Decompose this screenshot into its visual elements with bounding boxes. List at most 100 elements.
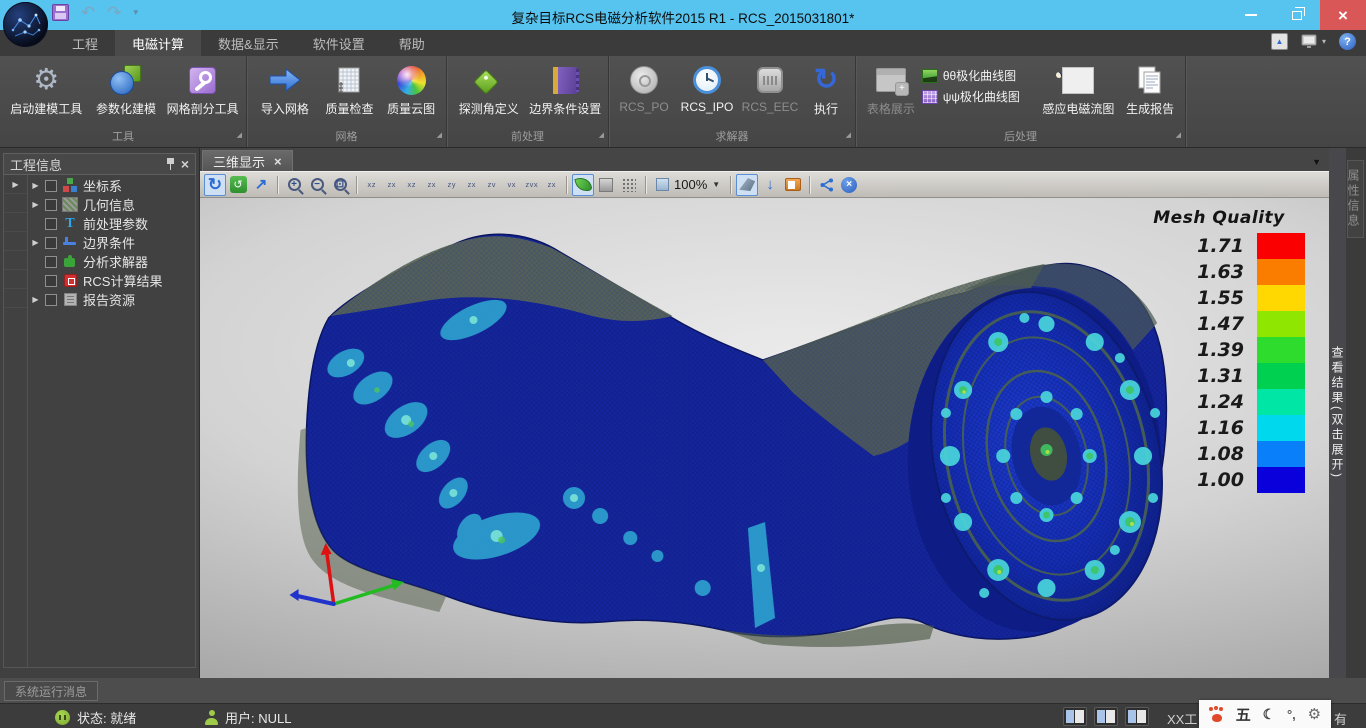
help-icon[interactable]: ? (1339, 33, 1356, 50)
zoom-out-button[interactable]: − (306, 174, 328, 196)
collapse-ribbon-icon[interactable]: ▲ (1271, 33, 1288, 50)
property-info-tab[interactable]: 属性信息 (1347, 160, 1364, 238)
zoom-in-button[interactable]: + (283, 174, 305, 196)
psi-polarization-button[interactable]: ψψ极化曲线图 (922, 88, 1038, 105)
tree-item-preprocess-params[interactable]: T 前处理参数 (28, 214, 195, 233)
tab-project[interactable]: 工程 (55, 30, 115, 56)
view-orientation-button[interactable]: zy (442, 175, 461, 195)
results-strip-tab[interactable]: 查看结果(双击展开) (1329, 148, 1346, 678)
ime-mode-button[interactable]: 五 (1236, 704, 1251, 725)
flat-mode-button[interactable] (595, 174, 617, 196)
checkbox[interactable] (45, 275, 57, 287)
view-orientation-button[interactable]: zx (542, 175, 561, 195)
tab-overflow-icon[interactable]: ▼ (1312, 157, 1321, 167)
parametric-modeling-button[interactable]: 参数化建模 (89, 61, 164, 117)
restore-button[interactable] (1274, 0, 1320, 30)
tree-item-geometry-info[interactable]: ▶ 几何信息 (28, 195, 195, 214)
group-corner-icon[interactable]: ◢ (237, 128, 242, 144)
clear-view-button[interactable]: × (838, 174, 860, 196)
execute-button[interactable]: ↻ 执行 (801, 61, 851, 117)
group-corner-icon[interactable]: ◢ (437, 128, 442, 144)
moon-icon[interactable]: ☾ (1263, 706, 1276, 723)
zoom-level-select[interactable]: 100% ▼ (651, 174, 725, 196)
quality-check-button[interactable]: 质量检查 (319, 61, 381, 117)
layout-right-button[interactable] (1125, 707, 1149, 726)
expander-icon[interactable]: ▶ (31, 238, 40, 247)
tree-item-analysis-solver[interactable]: 分析求解器 (28, 252, 195, 271)
probe-angle-button[interactable]: 探测角定义 (451, 61, 527, 117)
view-orientation-button[interactable]: xz (362, 175, 381, 195)
checkbox[interactable] (45, 256, 57, 268)
expander-icon[interactable]: ▶ (31, 200, 40, 209)
group-corner-icon[interactable]: ◢ (599, 128, 604, 144)
import-mesh-button[interactable]: 导入网格 (251, 61, 319, 117)
checkbox[interactable] (45, 294, 57, 306)
rcs-ipo-button[interactable]: RCS_IPO (675, 61, 739, 114)
share-button[interactable] (815, 174, 837, 196)
points-mode-button[interactable] (618, 174, 640, 196)
view-orientation-button[interactable]: zx (382, 175, 401, 195)
redo-icon[interactable]: ↷ (107, 4, 121, 21)
display-style-icon[interactable]: ▾ (1301, 34, 1326, 50)
ime-logo-icon[interactable] (1209, 707, 1224, 722)
view-orientation-button[interactable]: xz (402, 175, 421, 195)
tree-item-coordinate-system[interactable]: ▶ 坐标系 (28, 176, 195, 195)
close-button[interactable]: × (1320, 0, 1366, 30)
root-expander-icon[interactable]: ▶ (11, 180, 20, 189)
capture-button[interactable] (782, 174, 804, 196)
rotate-button[interactable]: ↻ (204, 174, 226, 196)
expander-icon[interactable]: ▶ (31, 295, 40, 304)
tab-help[interactable]: 帮助 (382, 30, 442, 56)
theta-polarization-button[interactable]: θθ极化曲线图 (922, 67, 1038, 84)
quality-cloudmap-button[interactable]: 质量云图 (380, 61, 442, 117)
app-logo[interactable] (3, 2, 48, 47)
induced-current-map-button[interactable]: 感应电磁流图 (1037, 61, 1119, 117)
view-orientation-button[interactable]: zvx (522, 175, 541, 195)
pin-icon[interactable] (166, 158, 175, 170)
tree-item-report-resources[interactable]: ▶ 报告资源 (28, 290, 195, 309)
checkbox[interactable] (45, 237, 57, 249)
refresh-button[interactable]: ↺ (227, 174, 249, 196)
launch-modeling-tool-button[interactable]: ⚙ 启动建模工具 (4, 61, 89, 117)
generate-report-button[interactable]: 生成报告 (1119, 61, 1181, 117)
zoom-fit-button[interactable]: ⊡ (329, 174, 351, 196)
tab-close-icon[interactable]: × (274, 155, 282, 168)
tab-3d-display[interactable]: 三维显示 × (202, 150, 293, 171)
import-view-button[interactable]: ↓ (759, 174, 781, 196)
group-corner-icon[interactable]: ◢ (1176, 128, 1181, 144)
view-orientation-button[interactable]: zv (482, 175, 501, 195)
dot-grid-icon (622, 178, 636, 192)
ime-punctuation-button[interactable]: °, (1287, 707, 1296, 722)
checkbox[interactable] (45, 180, 57, 192)
system-message-tab[interactable]: 系统运行消息 (4, 681, 98, 701)
ime-settings-icon[interactable]: ⚙ (1308, 705, 1321, 723)
group-corner-icon[interactable]: ◢ (846, 128, 851, 144)
3d-canvas[interactable]: Mesh Quality 1.71 1.63 1.55 1.47 (200, 198, 1329, 678)
panel-close-icon[interactable]: × (181, 157, 189, 171)
layout-center-button[interactable] (1094, 707, 1118, 726)
layout-left-button[interactable] (1063, 707, 1087, 726)
expander-icon[interactable]: ▶ (31, 181, 40, 190)
view-orientation-button[interactable]: vx (502, 175, 521, 195)
tab-data-display[interactable]: 数据&显示 (201, 30, 296, 56)
qat-dropdown-icon[interactable]: ▾ (134, 7, 139, 18)
tree-item-label: 坐标系 (83, 176, 122, 195)
mesh-tool-button[interactable]: 网格剖分工具 (163, 61, 242, 117)
view-orientation-button[interactable]: zx (462, 175, 481, 195)
boundary-settings-button[interactable]: 边界条件设置 (527, 61, 605, 117)
view-orientation-button[interactable]: zx (422, 175, 441, 195)
minimize-button[interactable] (1228, 0, 1274, 30)
tab-software-settings[interactable]: 软件设置 (296, 30, 382, 56)
tag-icon (473, 69, 498, 94)
checkbox[interactable] (45, 218, 57, 230)
save-icon[interactable] (52, 4, 69, 21)
tree-item-boundary-conditions[interactable]: ▶ 边界条件 (28, 233, 195, 252)
tab-em-computation[interactable]: 电磁计算 (115, 30, 201, 56)
tree-item-rcs-results[interactable]: RCS计算结果 (28, 271, 195, 290)
checkbox[interactable] (45, 199, 57, 211)
shaded-mode-button[interactable] (572, 174, 594, 196)
undo-icon[interactable]: ↶ (81, 4, 95, 21)
surface-display-button[interactable] (736, 174, 758, 196)
legend-swatch (1257, 441, 1305, 467)
pan-button[interactable]: ↗ (250, 174, 272, 196)
